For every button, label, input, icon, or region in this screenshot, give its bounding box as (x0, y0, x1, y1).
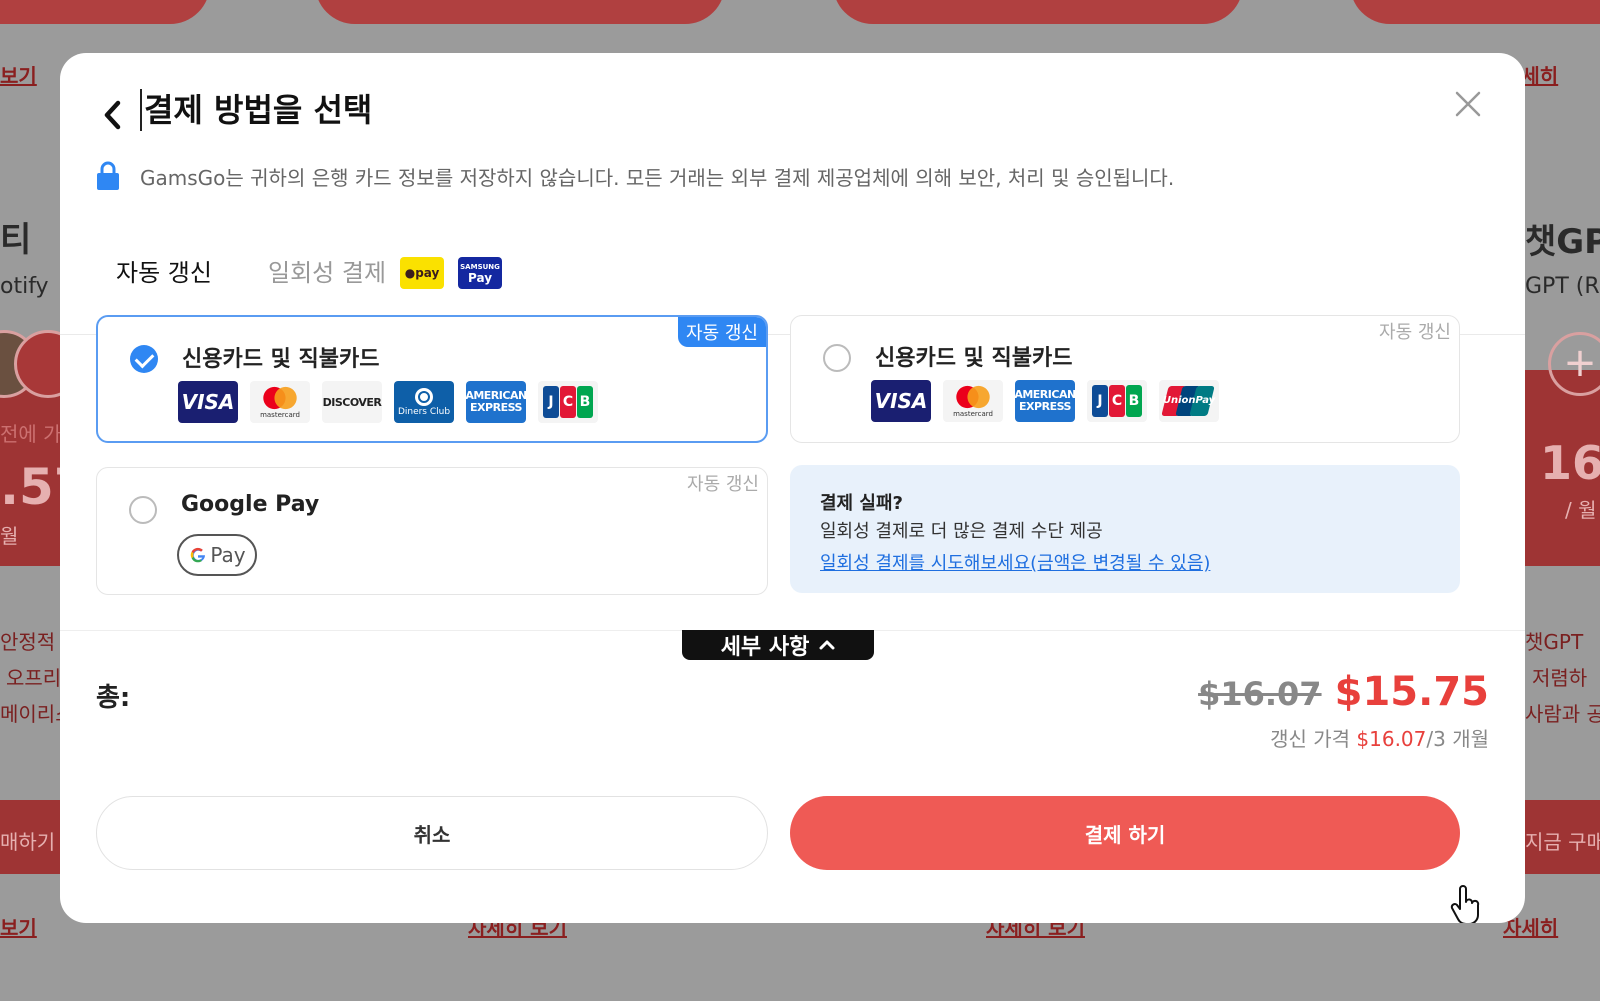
bg-subtitle: otify (0, 274, 49, 299)
bg-subtitle: GPT (R (1525, 274, 1600, 299)
hand-cursor-icon (1450, 885, 1480, 923)
close-button[interactable] (1451, 87, 1485, 121)
tab-one-time-payment[interactable]: 일회성 결제 ● pay SAMSUNG Pay (268, 253, 503, 293)
mastercard-icon: mastercard (250, 381, 310, 423)
option-google-pay[interactable]: 자동 갱신 Google Pay Pay (96, 467, 768, 595)
mastercard-circles (956, 385, 990, 409)
visa-icon: VISA (178, 381, 238, 423)
google-g-icon (191, 547, 206, 563)
diners-circle (415, 388, 433, 406)
card-logos: VISA mastercard DISCOVER Diners Club AME… (178, 381, 598, 423)
diners-club-icon: Diners Club (394, 381, 454, 423)
payment-method-modal: 결제 방법을 선택 GamsGo는 귀하의 은행 카드 정보를 저장하지 않습니… (60, 53, 1525, 923)
auto-renew-tag: 자동 갱신 (678, 317, 766, 347)
bg-text: / 월 (1565, 498, 1597, 522)
google-pay-icon: Pay (177, 534, 257, 576)
lock-icon (97, 161, 119, 190)
amex-icon: AMERICAN EXPRESS (465, 381, 527, 423)
bg-text: 매하기 (0, 830, 56, 854)
kakao-pay-icon: ● pay (400, 257, 445, 289)
bg-price: 16. (1540, 436, 1600, 490)
auto-renew-tag: 자동 갱신 (687, 474, 759, 495)
bg-link: 보기 (0, 64, 37, 88)
option-label: Google Pay (181, 492, 320, 517)
tab-one-time-label: 일회성 결제 (268, 259, 387, 287)
payment-failure-info: 결제 실패? 일회성 결제로 더 많은 결제 수단 제공 일회성 결제를 시도해… (790, 465, 1460, 593)
details-toggle-button[interactable]: 세부 사항 (682, 630, 874, 660)
option-label: 신용카드 및 직불카드 (182, 347, 380, 372)
kakao-pay-label: pay (415, 266, 440, 280)
bg-title: 티 (0, 220, 32, 260)
jcb-icon: JCB (538, 381, 598, 423)
auto-renew-tag: 자동 갱신 (1379, 322, 1451, 343)
close-icon (1455, 91, 1481, 117)
jcb-icon: JCB (1087, 380, 1147, 422)
amex-label: AMERICAN EXPRESS (1014, 388, 1076, 413)
radio-checked-icon[interactable] (130, 345, 158, 373)
bg-card (315, 0, 725, 24)
mastercard-circles (263, 386, 297, 410)
radio-unchecked-icon[interactable] (823, 344, 851, 372)
renewal-amount: $16.07 (1356, 727, 1427, 751)
security-text: GamsGo는 귀하의 은행 카드 정보를 저장하지 않습니다. 모든 거래는 … (140, 165, 1175, 190)
pay-button[interactable]: 결제 하기 (790, 796, 1460, 870)
card-logos: VISA mastercard AMERICAN EXPRESS JCB Uni… (871, 380, 1219, 422)
option-card-alt[interactable]: 자동 갱신 신용카드 및 직불카드 VISA mastercard AMERIC… (790, 315, 1460, 443)
amex-icon: AMERICAN EXPRESS (1014, 380, 1076, 422)
details-label: 세부 사항 (720, 635, 810, 660)
try-one-time-link[interactable]: 일회성 결제를 시도해보세요(금액은 변경될 수 있음) (820, 549, 1210, 575)
bg-text: 전에 가 (0, 422, 62, 446)
failure-title: 결제 실패? (820, 493, 903, 514)
unionpay-icon: UnionPay (1159, 380, 1219, 422)
bg-title: 챗GP (1525, 222, 1600, 262)
failure-description: 일회성 결제로 더 많은 결제 수단 제공 (820, 521, 1103, 542)
unionpay-label: UnionPay (1162, 395, 1216, 406)
cancel-button[interactable]: 취소 (96, 796, 768, 870)
total-label: 총: (96, 683, 131, 713)
price-summary: $16.07 $15.75 갱신 가격 $16.07/3 개월 (1198, 669, 1489, 752)
bg-text: 안정적 (0, 630, 56, 654)
diners-label: Diners Club (397, 407, 451, 417)
bg-text: 저렴하 (1532, 666, 1588, 690)
samsung-pay-icon: SAMSUNG Pay (458, 257, 503, 289)
visa-icon: VISA (871, 380, 931, 422)
bg-text: 챗GPT (1525, 630, 1584, 654)
amex-label: AMERICAN EXPRESS (465, 389, 527, 414)
discover-icon: DISCOVER (322, 381, 382, 423)
mastercard-label: mastercard (953, 410, 993, 418)
option-label: 신용카드 및 직불카드 (875, 346, 1073, 371)
bg-text: 사람과 공 (1525, 702, 1600, 726)
bg-text: 오프리 (6, 666, 62, 690)
bg-link: 보기 (0, 916, 37, 940)
renewal-period: /3 개월 (1426, 727, 1489, 751)
renewal-price: 갱신 가격 $16.07/3 개월 (1198, 723, 1489, 752)
mastercard-label: mastercard (260, 411, 300, 419)
bg-text: 월 (0, 524, 19, 548)
mastercard-icon: mastercard (943, 380, 1003, 422)
google-pay-label: Pay (210, 543, 246, 567)
back-button[interactable] (96, 93, 132, 137)
bg-card (833, 0, 1243, 24)
samsung-pay-bottom: Pay (468, 271, 493, 285)
security-notice: GamsGo는 귀하의 은행 카드 정보를 저장하지 않습니다. 모든 거래는 … (96, 161, 1174, 191)
bg-card (1350, 0, 1600, 24)
radio-unchecked-icon[interactable] (129, 496, 157, 524)
renewal-prefix: 갱신 가격 (1270, 727, 1351, 751)
option-card-auto[interactable]: 자동 갱신 신용카드 및 직불카드 VISA mastercard DISCOV… (96, 315, 768, 443)
original-price: $16.07 (1198, 675, 1322, 713)
chevron-left-icon (104, 100, 121, 130)
bg-card (0, 0, 210, 24)
bg-text: 지금 구매 (1525, 830, 1600, 854)
modal-title: 결제 방법을 선택 (140, 89, 372, 131)
chevron-up-icon (819, 640, 835, 650)
discounted-price: $15.75 (1334, 669, 1489, 715)
